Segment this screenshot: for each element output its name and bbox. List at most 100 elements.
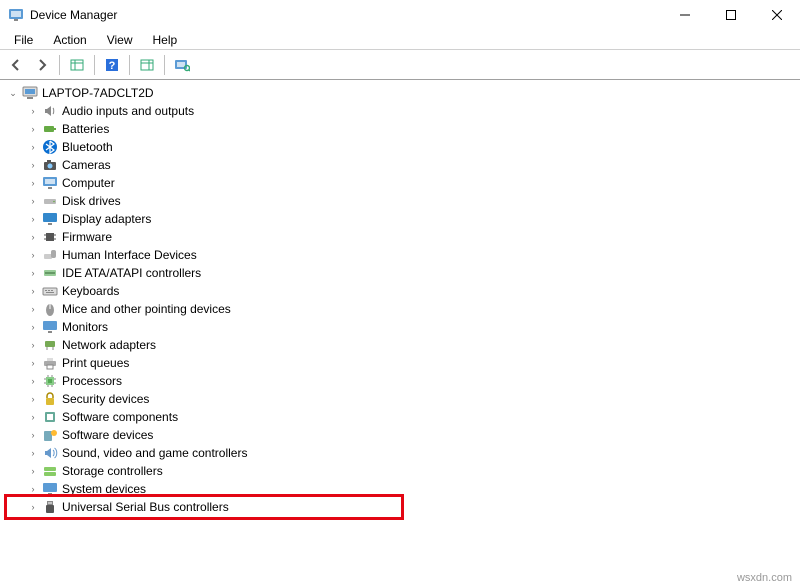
watermark: wsxdn.com	[737, 572, 792, 584]
properties-button[interactable]	[135, 53, 159, 77]
tree-item[interactable]: › Security devices	[6, 390, 800, 408]
tree-item[interactable]: › Monitors	[6, 318, 800, 336]
chevron-right-icon[interactable]: ›	[26, 392, 40, 406]
chevron-right-icon[interactable]: ›	[26, 284, 40, 298]
show-hidden-button[interactable]	[65, 53, 89, 77]
app-icon	[8, 7, 24, 23]
tree-item-label: Processors	[62, 374, 122, 388]
tree-item-label: System devices	[62, 482, 146, 496]
display-icon	[42, 211, 58, 227]
menu-action[interactable]: Action	[43, 31, 96, 49]
printer-icon	[42, 355, 58, 371]
chevron-right-icon[interactable]: ›	[26, 500, 40, 514]
help-button[interactable]: ?	[100, 53, 124, 77]
tree-item[interactable]: › Bluetooth	[6, 138, 800, 156]
hid-icon	[42, 247, 58, 263]
tree-item-label: Computer	[62, 176, 115, 190]
tree-item-label: Security devices	[62, 392, 149, 406]
chevron-right-icon[interactable]: ›	[26, 140, 40, 154]
menubar: File Action View Help	[0, 30, 800, 50]
tree-item[interactable]: › Processors	[6, 372, 800, 390]
titlebar: Device Manager	[0, 0, 800, 30]
menu-view[interactable]: View	[97, 31, 143, 49]
tree-item[interactable]: › Storage controllers	[6, 462, 800, 480]
chevron-right-icon[interactable]: ›	[26, 176, 40, 190]
device-tree[interactable]: ⌄ LAPTOP-7ADCLT2D › Audio inputs and out…	[0, 80, 800, 520]
chevron-right-icon[interactable]: ›	[26, 194, 40, 208]
toolbar-separator	[164, 55, 165, 75]
tree-item[interactable]: › Sound, video and game controllers	[6, 444, 800, 462]
chevron-right-icon[interactable]: ›	[26, 338, 40, 352]
tree-item[interactable]: › Print queues	[6, 354, 800, 372]
chevron-right-icon[interactable]: ›	[26, 248, 40, 262]
software-device-icon	[42, 427, 58, 443]
tree-item[interactable]: › IDE ATA/ATAPI controllers	[6, 264, 800, 282]
sound-icon	[42, 445, 58, 461]
tree-item[interactable]: › Mice and other pointing devices	[6, 300, 800, 318]
lock-icon	[42, 391, 58, 407]
tree-item[interactable]: › Software devices	[6, 426, 800, 444]
maximize-button[interactable]	[708, 0, 754, 30]
tree-item-label: Print queues	[62, 356, 129, 370]
menu-help[interactable]: Help	[143, 31, 188, 49]
chevron-right-icon[interactable]: ›	[26, 302, 40, 316]
chevron-right-icon[interactable]: ›	[26, 446, 40, 460]
chevron-right-icon[interactable]: ›	[26, 266, 40, 280]
monitor-icon	[42, 319, 58, 335]
tree-item[interactable]: › Software components	[6, 408, 800, 426]
monitor-icon	[42, 175, 58, 191]
tree-item[interactable]: › Firmware	[6, 228, 800, 246]
tree-item-usb[interactable]: › Universal Serial Bus controllers	[6, 498, 800, 516]
back-button[interactable]	[4, 53, 28, 77]
tree-item[interactable]: › Human Interface Devices	[6, 246, 800, 264]
tree-item-label: Storage controllers	[62, 464, 163, 478]
window-title: Device Manager	[30, 8, 662, 22]
chip-icon	[42, 229, 58, 245]
chevron-right-icon[interactable]: ›	[26, 374, 40, 388]
tree-item-label: Cameras	[62, 158, 111, 172]
chevron-right-icon[interactable]: ›	[26, 212, 40, 226]
minimize-button[interactable]	[662, 0, 708, 30]
chevron-right-icon[interactable]: ›	[26, 158, 40, 172]
toolbar-separator	[59, 55, 60, 75]
chevron-right-icon[interactable]: ›	[26, 356, 40, 370]
usb-icon	[42, 499, 58, 515]
tree-root-label: LAPTOP-7ADCLT2D	[42, 86, 154, 100]
disk-icon	[42, 193, 58, 209]
tree-item[interactable]: › System devices	[6, 480, 800, 498]
toolbar: ?	[0, 50, 800, 80]
chevron-right-icon[interactable]: ›	[26, 320, 40, 334]
system-icon	[42, 481, 58, 497]
close-button[interactable]	[754, 0, 800, 30]
tree-item[interactable]: › Audio inputs and outputs	[6, 102, 800, 120]
tree-item[interactable]: › Keyboards	[6, 282, 800, 300]
tree-item-label: Software devices	[62, 428, 153, 442]
chevron-down-icon[interactable]: ⌄	[6, 86, 20, 100]
tree-item-label: Bluetooth	[62, 140, 113, 154]
chevron-right-icon[interactable]: ›	[26, 410, 40, 424]
tree-item-label: Disk drives	[62, 194, 121, 208]
chevron-right-icon[interactable]: ›	[26, 122, 40, 136]
tree-item[interactable]: › Display adapters	[6, 210, 800, 228]
tree-item-label: Human Interface Devices	[62, 248, 197, 262]
tree-item-label: Firmware	[62, 230, 112, 244]
chevron-right-icon[interactable]: ›	[26, 464, 40, 478]
tree-root[interactable]: ⌄ LAPTOP-7ADCLT2D	[6, 84, 800, 102]
chevron-right-icon[interactable]: ›	[26, 104, 40, 118]
tree-item[interactable]: › Cameras	[6, 156, 800, 174]
forward-button[interactable]	[30, 53, 54, 77]
tree-item-label: Universal Serial Bus controllers	[62, 500, 229, 514]
battery-icon	[42, 121, 58, 137]
window-controls	[662, 0, 800, 30]
tree-item[interactable]: › Network adapters	[6, 336, 800, 354]
tree-item[interactable]: › Batteries	[6, 120, 800, 138]
speaker-icon	[42, 103, 58, 119]
tree-item-label: Monitors	[62, 320, 108, 334]
tree-item[interactable]: › Computer	[6, 174, 800, 192]
tree-item[interactable]: › Disk drives	[6, 192, 800, 210]
scan-button[interactable]	[170, 53, 194, 77]
menu-file[interactable]: File	[4, 31, 43, 49]
chevron-right-icon[interactable]: ›	[26, 428, 40, 442]
chevron-right-icon[interactable]: ›	[26, 230, 40, 244]
chevron-right-icon[interactable]: ›	[26, 482, 40, 496]
